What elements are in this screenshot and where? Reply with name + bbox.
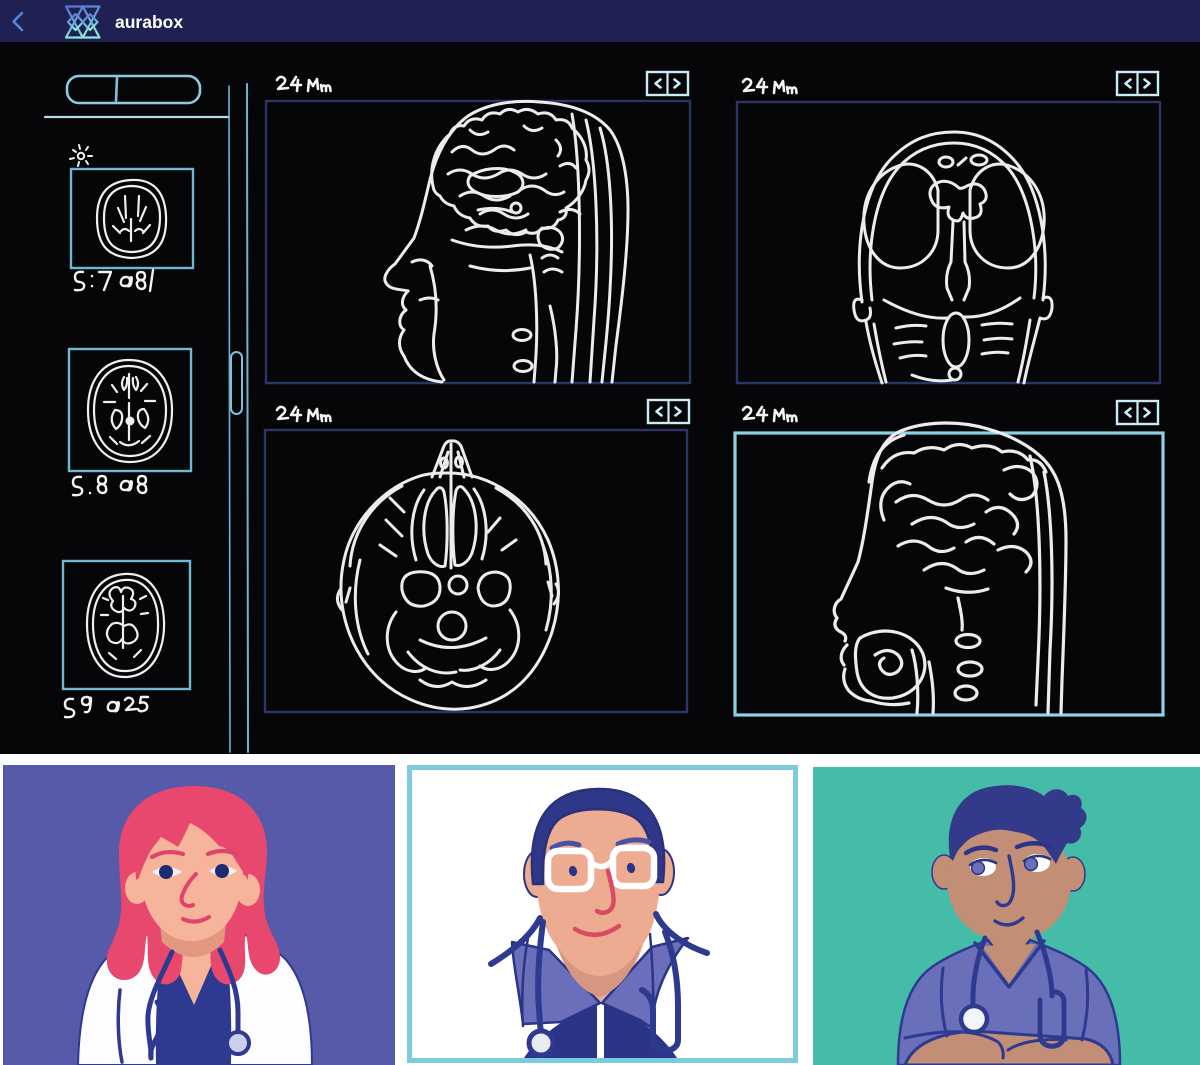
svg-text:aurabox: aurabox (115, 12, 183, 32)
